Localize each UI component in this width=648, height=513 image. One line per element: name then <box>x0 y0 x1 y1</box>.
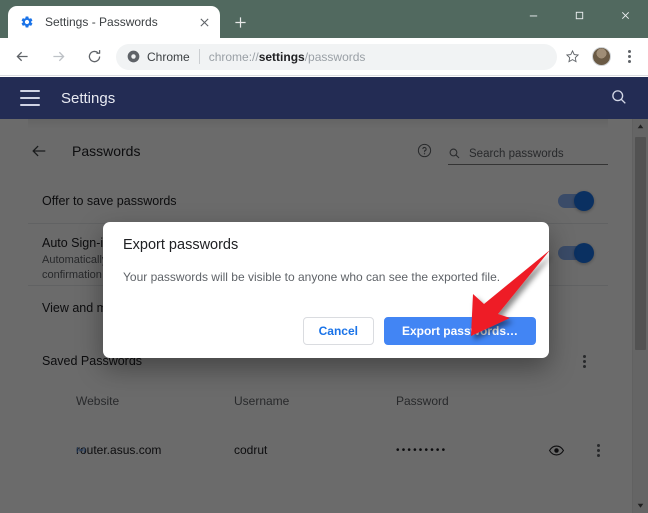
window-controls <box>510 0 648 38</box>
url-highlight: settings <box>258 49 305 64</box>
confirm-export-button[interactable]: Export passwords… <box>383 317 536 345</box>
new-tab-button[interactable] <box>228 10 252 34</box>
url-prefix: chrome:// <box>208 49 259 64</box>
title-bar: Settings - Passwords <box>0 0 648 38</box>
browser-menu-icon[interactable] <box>616 44 642 70</box>
tab-title: Settings - Passwords <box>45 15 158 29</box>
settings-top-bar: Settings <box>0 77 648 119</box>
gear-icon <box>19 14 35 30</box>
minimize-button[interactable] <box>510 0 556 30</box>
export-passwords-dialog: Export passwords Your passwords will be … <box>103 222 549 358</box>
browser-window: Settings - Passwords Chrome chrome://set… <box>0 0 648 513</box>
dialog-title: Export passwords <box>123 237 239 253</box>
dialog-message: Your passwords will be visible to anyone… <box>123 270 501 284</box>
omnibox-divider <box>198 49 200 64</box>
forward-button-icon[interactable] <box>44 43 72 71</box>
security-chip-label: Chrome <box>147 49 190 64</box>
address-bar[interactable]: Chrome chrome://settings/passwords <box>116 43 557 70</box>
search-icon[interactable] <box>610 88 630 108</box>
dialog-actions: Cancel Export passwords… <box>302 317 536 345</box>
url-suffix: /passwords <box>304 49 366 64</box>
close-window-button[interactable] <box>602 0 648 30</box>
address-bar-url: chrome://settings/passwords <box>209 50 547 64</box>
browser-tab[interactable]: Settings - Passwords <box>8 6 220 38</box>
chrome-product-icon <box>126 50 140 64</box>
browser-toolbar: Chrome chrome://settings/passwords <box>0 38 648 76</box>
settings-title: Settings <box>61 89 116 107</box>
reload-button-icon[interactable] <box>80 43 108 71</box>
cancel-button[interactable]: Cancel <box>302 317 374 345</box>
maximize-button[interactable] <box>556 0 602 30</box>
close-tab-icon[interactable] <box>194 12 214 32</box>
bookmark-star-icon[interactable] <box>559 44 585 70</box>
back-button-icon[interactable] <box>8 43 36 71</box>
hamburger-icon[interactable] <box>20 90 40 106</box>
profile-avatar[interactable] <box>592 47 611 66</box>
